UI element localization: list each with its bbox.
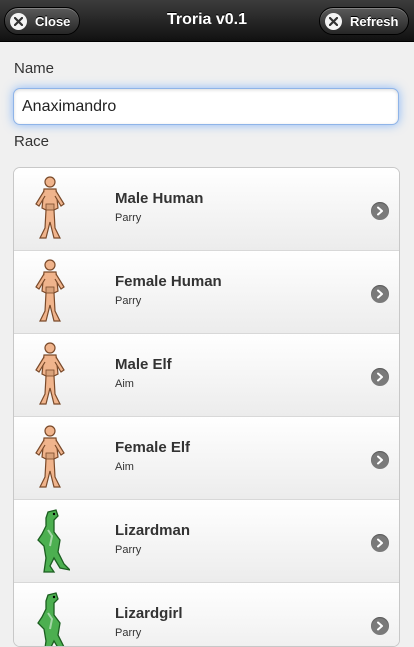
race-label: Race (14, 133, 50, 150)
chevron-right-icon (371, 368, 389, 386)
name-label: Name (14, 60, 55, 77)
race-list-item[interactable]: Female Elf Aim (14, 417, 399, 500)
race-name: Female Elf (115, 439, 191, 456)
refresh-button[interactable]: Refresh (319, 7, 409, 35)
race-list-item[interactable]: Female Human Parry (14, 251, 399, 334)
race-list-item[interactable]: Lizardgirl Parry (14, 583, 399, 646)
lizard-male-icon (37, 509, 70, 573)
lizard-female-icon (37, 592, 65, 646)
elf-female-icon (35, 425, 65, 488)
chevron-right-icon (371, 285, 389, 303)
app-header: Close Troria v0.1 Refresh (0, 0, 414, 42)
race-skill: Parry (115, 212, 142, 224)
close-icon (325, 12, 342, 30)
race-name: Male Elf (115, 356, 172, 373)
race-skill: Parry (115, 295, 142, 307)
race-name: Female Human (115, 273, 222, 290)
race-skill: Aim (115, 461, 134, 473)
race-skill: Parry (115, 627, 142, 639)
race-list-item[interactable]: Lizardman Parry (14, 500, 399, 583)
chevron-right-icon (371, 202, 389, 220)
race-name: Lizardman (115, 522, 191, 539)
race-name: Lizardgirl (115, 605, 183, 622)
chevron-right-icon (371, 534, 389, 552)
name-input[interactable] (13, 88, 399, 125)
race-name: Male Human (115, 190, 204, 207)
elf-male-icon (35, 342, 65, 405)
race-skill: Parry (115, 544, 142, 556)
race-list-item[interactable]: Male Human Parry (14, 168, 399, 251)
human-female-icon (35, 259, 65, 322)
chevron-right-icon (371, 451, 389, 469)
refresh-button-label: Refresh (350, 13, 399, 29)
race-list-item[interactable]: Male Elf Aim (14, 334, 399, 417)
race-list: Male Human Parry Female Human Parry Male… (13, 167, 400, 647)
human-male-icon (35, 176, 65, 239)
chevron-right-icon (371, 617, 389, 635)
race-skill: Aim (115, 378, 134, 390)
